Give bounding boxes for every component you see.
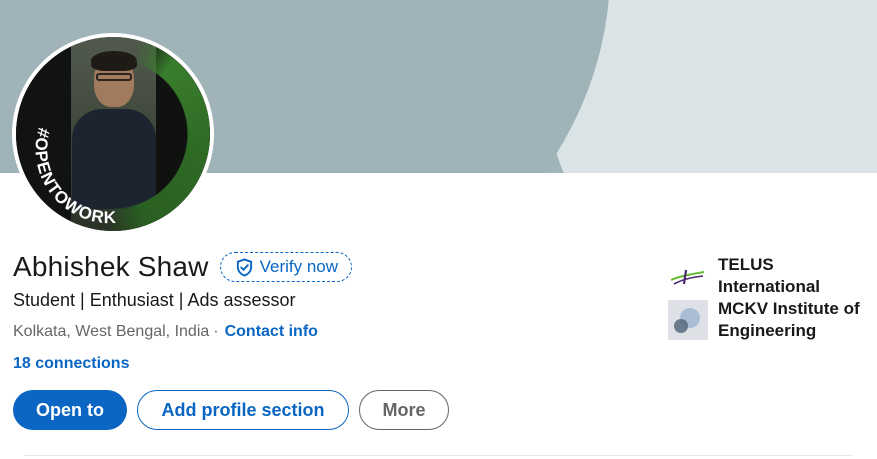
profile-actions: Open to Add profile section More: [13, 390, 449, 430]
svg-text:#OPENTOWORK: #OPENTOWORK: [31, 126, 117, 227]
name-row: Abhishek Shaw Verify now: [13, 251, 353, 283]
education-item[interactable]: MCKV Institute of Engineering: [668, 298, 877, 342]
open-to-work-badge: #OPENTOWORK: [31, 126, 117, 227]
profile-name: Abhishek Shaw: [13, 251, 209, 282]
verify-now-label: Verify now: [259, 257, 339, 276]
contact-info-link[interactable]: Contact info: [225, 323, 318, 341]
telus-logo-icon: [668, 262, 708, 290]
avatar[interactable]: #OPENTOWORK: [16, 37, 210, 231]
profile-headline: Student | Enthusiast | Ads assessor: [13, 290, 296, 310]
education-label: MCKV Institute of Engineering: [718, 299, 860, 340]
connections-link[interactable]: 18 connections: [13, 355, 129, 373]
shield-check-icon: [236, 257, 252, 277]
more-button[interactable]: More: [359, 390, 449, 430]
location-separator: ·: [213, 323, 219, 340]
school-logo-icon: [668, 300, 708, 340]
location-row: Kolkata, West Bengal, India · Contact in…: [13, 323, 318, 341]
divider: [24, 455, 853, 456]
open-to-button[interactable]: Open to: [13, 390, 127, 430]
experience-item[interactable]: TELUS International: [668, 254, 877, 298]
verify-now-button[interactable]: Verify now: [219, 252, 353, 282]
add-profile-section-button[interactable]: Add profile section: [137, 390, 349, 430]
open-to-work-text: #OPENTOWORK: [31, 126, 116, 227]
experience-label: TELUS International: [718, 255, 821, 296]
profile-location: Kolkata, West Bengal, India: [13, 323, 210, 340]
